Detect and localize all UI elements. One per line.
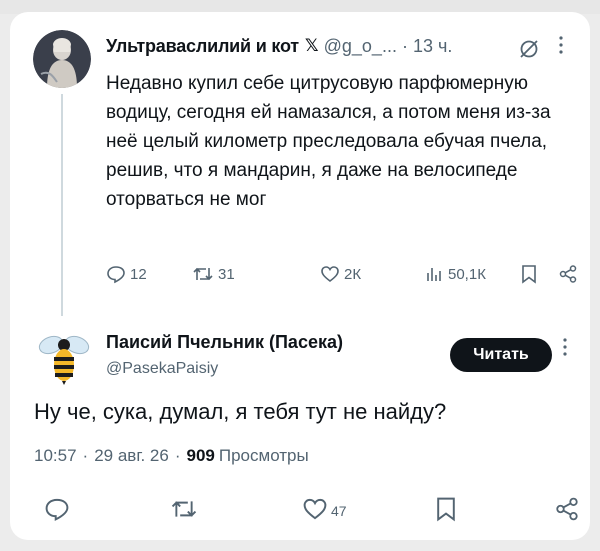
bookmark-icon [434, 496, 458, 525]
views-count: 909 [186, 446, 215, 465]
more-icon[interactable] [558, 34, 564, 59]
handle[interactable]: @PasekaPaisiy [106, 360, 218, 378]
grok-icon[interactable] [518, 38, 540, 65]
like-button[interactable]: 2К [320, 264, 361, 284]
tweet-time[interactable]: 10:57 [34, 446, 77, 466]
more-icon[interactable] [562, 336, 568, 361]
repost-button[interactable] [170, 496, 198, 525]
tweet-actions: 47 [34, 496, 594, 526]
display-name[interactable]: Паисий Пчельник (Пасека) [106, 332, 343, 353]
reply-button[interactable]: 12 [106, 264, 147, 284]
handle[interactable]: @g_o_... [324, 36, 397, 57]
repost-icon [170, 496, 198, 525]
x-badge-icon: 𝕏 [304, 36, 319, 55]
share-icon [558, 264, 578, 284]
views-count: 50,1К [448, 265, 486, 283]
reply-icon [44, 496, 70, 525]
repost-button[interactable]: 31 [192, 264, 235, 284]
tweet-text: Ну че, сука, думал, я тебя тут не найду? [34, 399, 447, 424]
thread-line [61, 94, 63, 316]
bee-avatar[interactable] [34, 327, 94, 387]
views-button[interactable]: 50,1К [424, 264, 486, 284]
like-icon [302, 496, 328, 525]
share-button[interactable] [554, 496, 580, 525]
bookmark-icon [520, 264, 538, 284]
reply-icon [106, 264, 126, 284]
tweet-header: Ультраваслилий и кот 𝕏 @g_o_... · 13 ч. [106, 34, 452, 58]
tweet-actions: 12 31 2К 50,1К [106, 264, 586, 288]
tweet-text: Недавно купил себе цитрусовую парфюмерну… [106, 73, 551, 210]
views-label: Просмотры [218, 446, 309, 465]
views-icon [424, 264, 444, 284]
like-icon [320, 264, 340, 284]
tweet-date[interactable]: 29 авг. 26 [94, 446, 169, 466]
display-name[interactable]: Ультраваслилий и кот [106, 36, 299, 57]
like-count: 2К [344, 265, 362, 283]
separator-dot: · [401, 35, 408, 56]
separator-dot: · [174, 446, 181, 465]
repost-count: 31 [218, 265, 235, 283]
avatar[interactable] [33, 30, 91, 88]
share-icon [554, 496, 580, 525]
repost-icon [192, 264, 214, 284]
timestamp[interactable]: 13 ч. [413, 36, 452, 57]
tweet-card: Ультраваслилий и кот 𝕏 @g_o_... · 13 ч. … [10, 12, 590, 540]
like-button[interactable]: 47 [302, 496, 347, 525]
reply-button[interactable] [44, 496, 70, 525]
separator-dot: · [82, 446, 89, 465]
bookmark-button[interactable] [434, 496, 458, 525]
like-count: 47 [331, 502, 347, 519]
share-button[interactable] [558, 264, 578, 284]
bookmark-button[interactable] [520, 264, 538, 284]
follow-button[interactable]: Читать [450, 338, 552, 372]
tweet-meta: 10:57 · 29 авг. 26 · 909 Просмотры [34, 446, 309, 466]
reply-count: 12 [130, 265, 147, 283]
